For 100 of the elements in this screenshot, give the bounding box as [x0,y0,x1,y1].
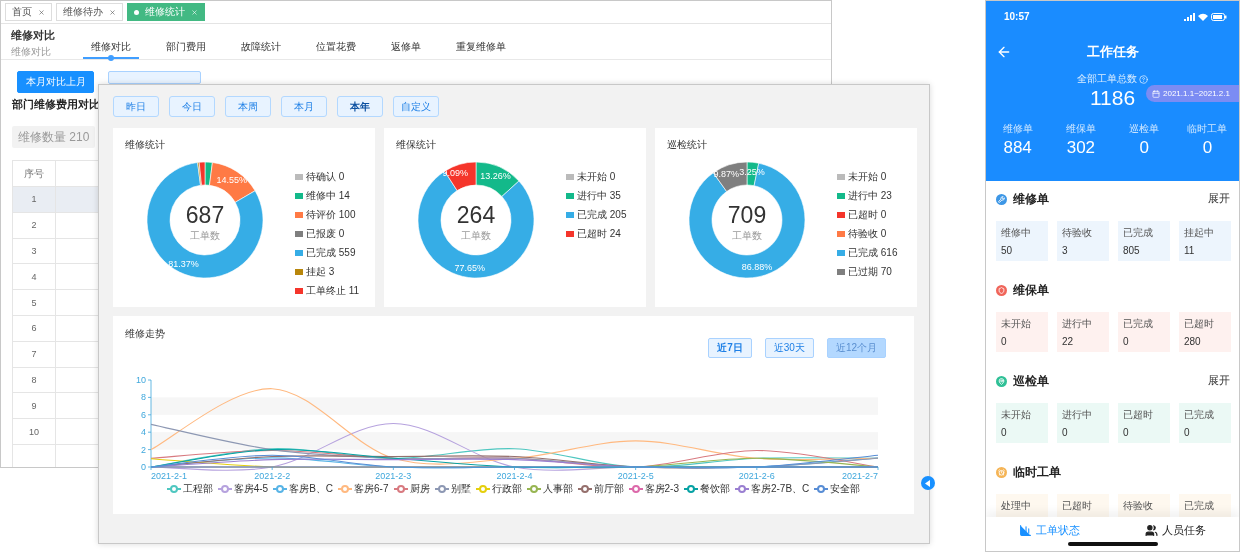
table-cell: 10 [12,418,56,445]
legend-label: 安全部 [830,482,861,496]
legend-label: 进行中 23 [848,189,892,203]
slice-label: 14.55% [216,174,248,185]
tile-label: 已完成 [1123,317,1153,331]
legend-label: 已超时 24 [577,227,621,241]
tile-value: 0 [1184,427,1190,438]
y-tick-label: 8 [141,392,146,403]
tile-label: 已完成 [1184,499,1214,513]
slice-label: 86.88% [741,262,773,273]
card-title: 维修统计 [124,138,166,151]
legend-label: 工单终止 11 [306,284,360,298]
tile-value: 0 [1001,336,1007,347]
count-bar: 维修数量 210 [12,126,96,148]
table-cell: 4 [12,263,56,290]
total-count: 1186 [1089,86,1136,110]
tile-label: 待验收 [1123,499,1153,513]
tile-label: 挂起中 [1184,226,1214,240]
legend-label: 人事部 [542,482,573,496]
legend-label: 已完成 616 [848,246,898,260]
x-tick-label: 2021-2-6 [738,471,775,481]
slice-label: 13.26% [480,170,511,181]
legend-label: 待验收 0 [848,227,887,241]
tile-value: 0 [1062,427,1068,438]
slice-label: 77.65% [454,263,485,274]
tile-value: 0 [1001,427,1007,438]
card-title: 维修走势 [125,327,165,340]
table-cell: 1 [12,186,56,213]
status-time: 10:57 [1004,11,1030,22]
legend-label: 已超时 0 [848,208,887,222]
legend-label: 别墅 [450,482,471,496]
legend-label: 待评价 100 [306,208,356,222]
table-cell: 2 [12,212,56,239]
total-label: 全部工单总数 [1077,72,1137,86]
legend-label: 进行中 35 [577,189,621,203]
legend-label: 已过期 70 [848,265,892,279]
section-title: 巡检单 [1013,372,1049,390]
total-label: 工单数 [732,230,762,241]
x-tick-label: 2021-2-2 [254,471,291,481]
legend-label: 前厅部 [593,482,624,496]
slice-label: 81.37% [168,258,199,269]
section-title: 维修单 [1013,190,1049,208]
tile-label: 待验收 [1062,226,1092,240]
table-cell: 6 [12,315,56,342]
legend-label: 待确认 0 [306,170,345,184]
legend-label: 已完成 559 [306,246,356,260]
legend-label: 已完成 205 [577,208,627,222]
total-label: 工单数 [190,230,220,241]
legend-label: 餐饮部 [699,482,730,496]
table-cell: 5 [12,289,56,316]
total-count: 687 [185,202,225,228]
tile-label: 处理中 [1001,499,1031,513]
legend-label: 维修中 14 [306,189,350,203]
x-tick-label: 2021-2-4 [496,471,533,481]
column-header: 序号 [12,160,56,187]
stat-label: 维保单 [1065,122,1096,136]
tile-value: 11 [1184,245,1195,256]
stat-label: 维修单 [1002,122,1033,136]
page-subtitle: 维修对比 [11,45,51,59]
tile-value: 280 [1184,336,1201,347]
slice-label: 9.87% [713,168,739,179]
y-tick-label: 2 [141,444,146,455]
tile-label: 维修中 [1001,226,1031,240]
x-tick-label: 2021-2-3 [375,471,412,481]
legend-label: 行政部 [491,482,522,496]
y-tick-label: 4 [141,427,146,438]
legend-label: 挂起 3 [306,265,335,279]
section-title: 维保单 [1013,281,1049,299]
legend-label: 未开始 0 [848,170,887,184]
card-title: 维保统计 [395,138,437,151]
table-cell: 8 [12,367,56,393]
total-label: 工单数 [461,230,491,241]
legend-label: 已报废 0 [306,227,345,241]
screen-title: 工作任务 [1086,43,1139,61]
x-tick-label: 2021-2-7 [841,471,878,481]
tile-value: 0 [1123,336,1129,347]
stat-value: 884 [1003,138,1032,158]
stat-value: 0 [1139,138,1149,158]
tile-label: 已超时 [1062,499,1092,513]
y-tick-label: 0 [141,462,146,472]
legend-label: 厨房 [409,482,430,496]
legend-label: 客房4-5 [233,482,269,496]
total-count: 264 [456,202,496,228]
stat-value: 0 [1202,138,1213,158]
x-tick-label: 2021-2-5 [617,471,654,481]
stat-label: 巡检单 [1129,122,1160,136]
page-title: 维修对比 [11,29,55,43]
tile-label: 已完成 [1123,226,1153,240]
tile-label: 未开始 [1001,317,1031,331]
table-cell: 9 [12,392,56,419]
tile-label: 已完成 [1184,408,1214,422]
tile-label: 未开始 [1001,408,1031,422]
y-tick-label: 6 [141,409,146,420]
tile-label: 已超时 [1184,317,1214,331]
stat-label: 临时工单 [1187,122,1228,136]
legend-label: 客房6-7 [354,482,389,496]
tile-value: 0 [1123,427,1129,438]
legend-label: 未开始 0 [577,170,616,184]
tile-value: 22 [1062,336,1074,347]
tile-value: 805 [1123,245,1140,256]
